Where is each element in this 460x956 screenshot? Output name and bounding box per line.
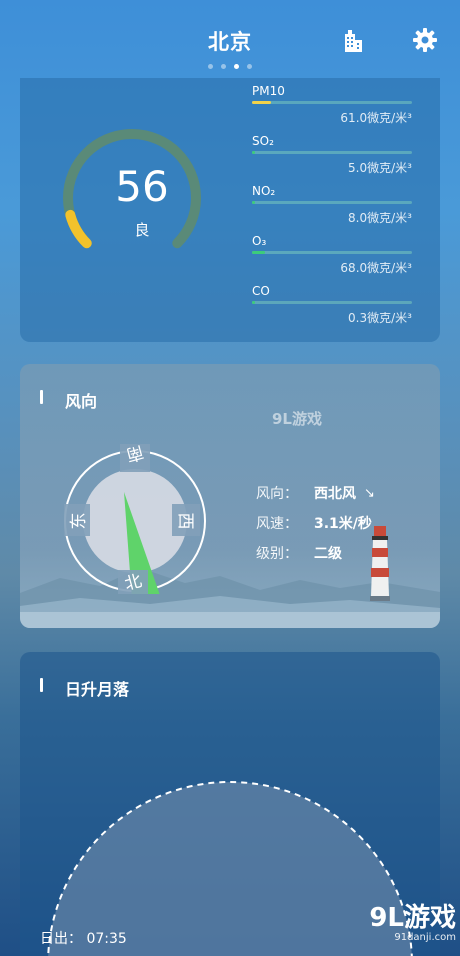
- sunrise-label: 日出：: [40, 931, 82, 947]
- aqi-card: 56 良 PM10 61.0微克/米³ SO₂ 5.0微克/米³ NO₂ 8.0微克/米³…: [20, 78, 440, 342]
- pollutant-bar-fill: [252, 301, 255, 304]
- pollutant-list: PM10 61.0微克/米³ SO₂ 5.0微克/米³ NO₂ 8.0微克/米³ O₃ 68.…: [252, 84, 412, 334]
- brand-name: 9L游戏: [369, 903, 456, 933]
- page-dot[interactable]: [247, 64, 252, 69]
- compass-east: 东: [69, 513, 89, 530]
- pollutant-bar-track: [252, 201, 412, 204]
- city-title[interactable]: 北京: [0, 26, 460, 56]
- wind-compass: 南 西 北 东: [64, 441, 206, 594]
- pollutant-name: PM10: [252, 84, 285, 98]
- wind-value: 西北风: [314, 486, 356, 502]
- page-dot[interactable]: [221, 64, 226, 69]
- page-indicator[interactable]: [0, 64, 460, 69]
- arrow-southeast-icon: ↘: [364, 485, 375, 501]
- wind-title: 风向: [65, 392, 98, 411]
- brand-url: 91danji.com: [394, 932, 456, 943]
- buildings-icon[interactable]: [340, 28, 366, 54]
- wind-card: 风向 9L游戏 南 西 北 东 风向： 西北风 ↘ 风速： 3.1米/秒级别： 二级: [20, 364, 440, 628]
- wind-label: 级别：: [256, 546, 298, 562]
- page-dot[interactable]: [208, 64, 213, 69]
- pollutant-bar-track: [252, 101, 412, 104]
- pollutant-bar-track: [252, 251, 412, 254]
- page-dot[interactable]: [234, 64, 239, 69]
- pollutant-item: NO₂ 8.0微克/米³: [252, 184, 412, 234]
- pollutant-item: CO 0.3微克/米³: [252, 284, 412, 334]
- wind-value: 二级: [314, 546, 342, 562]
- title-marker: [40, 390, 43, 404]
- pollutant-value: 5.0微克/米³: [348, 161, 412, 175]
- brand-watermark: 9L游戏 91danji.com: [356, 904, 456, 952]
- pollutant-value: 68.0微克/米³: [340, 261, 412, 275]
- pollutant-item: SO₂ 5.0微克/米³: [252, 134, 412, 184]
- sunrise-info: 日出： 07:35: [40, 928, 127, 948]
- wind-label: 风向：: [256, 486, 298, 502]
- aqi-level: 良: [134, 221, 150, 239]
- header: 北京: [0, 0, 460, 76]
- pollutant-name: O₃: [252, 234, 267, 248]
- wind-row: 风速： 3.1米/秒: [256, 508, 375, 538]
- pollutant-bar-track: [252, 151, 412, 154]
- pollutant-bar-track: [252, 301, 412, 304]
- wind-label: 风速：: [256, 516, 298, 532]
- lighthouse-image: [370, 526, 390, 601]
- pollutant-name: CO: [252, 284, 270, 298]
- sun-title: 日升月落: [65, 680, 130, 699]
- wind-row: 风向： 西北风 ↘: [256, 478, 375, 508]
- compass-west: 西: [175, 513, 195, 530]
- pollutant-item: O₃ 68.0微克/米³: [252, 234, 412, 284]
- pollutant-value: 0.3微克/米³: [348, 311, 412, 325]
- pollutant-bar-fill: [252, 201, 256, 204]
- pollutant-name: NO₂: [252, 184, 276, 198]
- pollutant-bar-fill: [252, 101, 272, 104]
- pollutant-value: 8.0微克/米³: [348, 211, 412, 225]
- pollutant-item: PM10 61.0微克/米³: [252, 84, 412, 134]
- wind-row: 级别： 二级: [256, 538, 375, 568]
- gear-icon[interactable]: [412, 27, 438, 53]
- pollutant-value: 61.0微克/米³: [340, 111, 412, 125]
- sunrise-time: 07:35: [86, 931, 127, 947]
- watermark: 9L游戏: [272, 410, 322, 428]
- pollutant-bar-fill: [252, 251, 265, 254]
- aqi-value: 56: [115, 162, 169, 211]
- pollutant-name: SO₂: [252, 134, 274, 148]
- wind-details: 风向： 西北风 ↘ 风速： 3.1米/秒级别： 二级: [256, 478, 375, 568]
- title-marker: [40, 678, 43, 692]
- pollutant-bar-fill: [252, 151, 255, 154]
